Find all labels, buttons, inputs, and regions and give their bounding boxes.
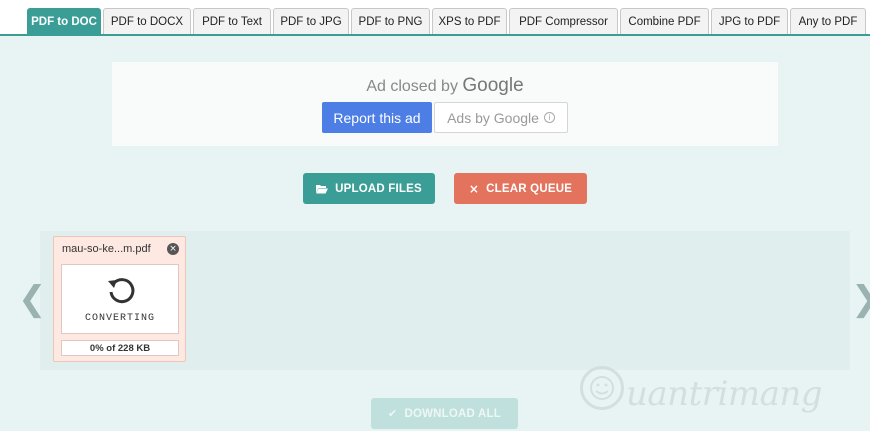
tab-pdf-to-text[interactable]: PDF to Text	[193, 8, 271, 34]
tab-xps-to-pdf[interactable]: XPS to PDF	[432, 8, 507, 34]
download-all-button[interactable]: ✔ DOWNLOAD ALL	[371, 398, 518, 429]
ad-closed-prefix: Ad closed by	[366, 78, 458, 95]
file-thumbnail: CONVERTING	[61, 264, 179, 334]
close-icon: ×	[468, 181, 480, 196]
ads-by-google-label: Ads by Google	[447, 109, 539, 126]
report-ad-button[interactable]: Report this ad	[322, 102, 432, 133]
tab-pdf-to-jpg[interactable]: PDF to JPG	[273, 8, 349, 34]
check-icon: ✔	[388, 407, 398, 420]
watermark-text: uantrimang	[626, 374, 823, 414]
file-progress-bar: 0% of 228 KB	[61, 340, 179, 356]
tab-pdf-to-png[interactable]: PDF to PNG	[351, 8, 430, 34]
tool-tab-bar: PDF to DOC PDF to DOCX PDF to Text PDF t…	[0, 0, 870, 36]
refresh-icon	[108, 278, 135, 304]
remove-file-button[interactable]: ×	[167, 243, 179, 255]
file-status: CONVERTING	[84, 313, 155, 324]
logo-face-icon	[590, 376, 614, 400]
clear-queue-button[interactable]: × CLEAR QUEUE	[454, 173, 587, 204]
ad-closed-text: Ad closed by Google	[112, 75, 778, 97]
queue-prev-arrow[interactable]: ❮	[18, 282, 47, 316]
quantrimang-logo-icon	[580, 366, 624, 410]
download-all-label: DOWNLOAD ALL	[404, 407, 501, 420]
tab-pdf-compressor[interactable]: PDF Compressor	[509, 8, 618, 34]
tab-combine-pdf[interactable]: Combine PDF	[620, 8, 709, 34]
folder-open-icon	[316, 184, 329, 193]
file-name: mau-so-ke...m.pdf	[62, 243, 151, 255]
queue-next-arrow[interactable]: ❯	[851, 282, 870, 316]
upload-files-button[interactable]: UPLOAD FILES	[303, 173, 435, 204]
file-progress-text: 0% of 228 KB	[89, 342, 151, 354]
google-wordmark: Google	[462, 75, 524, 96]
tab-pdf-to-doc[interactable]: PDF to DOC	[27, 8, 101, 34]
queue-file-card: mau-so-ke...m.pdf × CONVERTING 0% of 228…	[53, 236, 186, 362]
upload-files-label: UPLOAD FILES	[335, 182, 422, 195]
tab-jpg-to-pdf[interactable]: JPG to PDF	[711, 8, 788, 34]
clear-queue-label: CLEAR QUEUE	[486, 182, 573, 195]
tab-any-to-pdf[interactable]: Any to PDF	[790, 8, 866, 34]
tab-pdf-to-docx[interactable]: PDF to DOCX	[103, 8, 191, 34]
ads-by-google-button[interactable]: Ads by Google i	[434, 102, 568, 133]
info-icon: i	[543, 112, 555, 123]
